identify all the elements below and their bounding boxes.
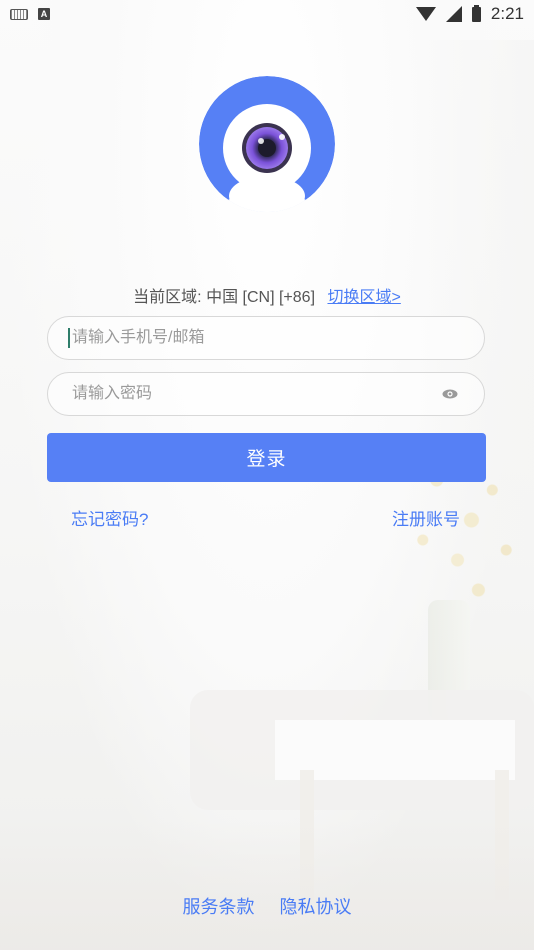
a-badge-icon: A (38, 8, 50, 20)
status-time: 2:21 (490, 4, 524, 23)
terms-of-service-link[interactable]: 服务条款 (182, 897, 254, 917)
camera-eye-logo (199, 76, 335, 212)
footer-links: 服务条款 隐私协议 (0, 893, 534, 919)
keyboard-icon (10, 8, 28, 20)
battery-charging-icon (471, 4, 481, 22)
login-button[interactable]: 登录 (47, 433, 486, 482)
forgot-password-link[interactable]: 忘记密码? (71, 505, 148, 530)
region-line: 当前区域: 中国 [CN] [+86] 切换区域> (0, 283, 534, 307)
status-bar: A 2:21 (0, 0, 534, 28)
phone-email-field[interactable] (47, 316, 485, 360)
signal-icon (445, 6, 462, 22)
region-code: [+86] (278, 289, 316, 306)
background-rug (0, 820, 534, 950)
password-input[interactable] (70, 384, 442, 404)
privacy-policy-link[interactable]: 隐私协议 (280, 897, 352, 917)
switch-region-link[interactable]: 切换区域> (327, 289, 400, 306)
register-account-link[interactable]: 注册账号 (392, 505, 460, 530)
eye-icon[interactable] (442, 389, 458, 399)
region-country: 中国 [CN] (206, 289, 275, 306)
password-field[interactable] (47, 372, 485, 416)
phone-email-input[interactable] (68, 328, 462, 348)
region-label: 当前区域: (133, 289, 202, 306)
wifi-icon (415, 7, 436, 21)
